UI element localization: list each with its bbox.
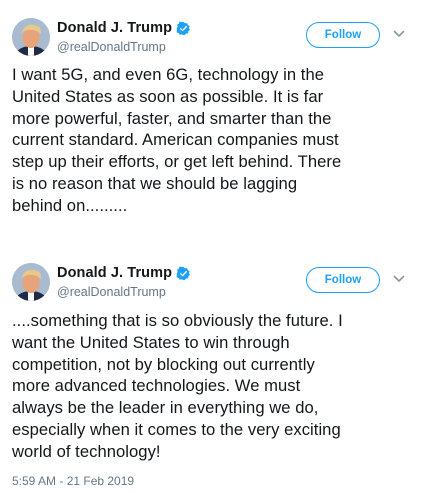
tweet-text-line: world of technology! — [12, 441, 161, 461]
tweet-text-line: is no reason that we should be lagging — [12, 173, 298, 193]
tweet-text-line: more advanced technologies. We must — [12, 376, 301, 396]
follow-button[interactable]: Follow — [306, 22, 380, 48]
tweet-text-line: step up their efforts, or get left behin… — [12, 152, 342, 172]
avatar[interactable] — [12, 18, 50, 56]
chevron-down-icon[interactable] — [393, 30, 405, 38]
display-name[interactable]: Donald J. Trump — [57, 265, 172, 281]
tweet-text-line: want the United States to win through — [12, 332, 290, 352]
tweet-text-line: ....something that is so obviously the f… — [12, 311, 343, 330]
verified-badge-icon — [176, 266, 191, 281]
tweet-text-line: current standard. American companies mus… — [12, 130, 339, 150]
handle[interactable]: @realDonaldTrump — [57, 40, 166, 54]
tweet-text-line: behind on......... — [12, 195, 128, 215]
verified-badge-icon — [176, 21, 191, 36]
author-row: Donald J. Trump — [57, 265, 191, 281]
tweet-text-line: United States as soon as possible. It is… — [12, 86, 324, 106]
tweet-text-line: more powerful, faster, and smarter than … — [12, 108, 332, 128]
tweet-text-line: competition, not by blocking out current… — [12, 354, 315, 374]
display-name[interactable]: Donald J. Trump — [57, 20, 172, 36]
tweet-text-line: I want 5G, and even 6G, technology in th… — [12, 65, 324, 84]
follow-button[interactable]: Follow — [306, 267, 380, 293]
handle[interactable]: @realDonaldTrump — [57, 285, 166, 299]
author-row: Donald J. Trump — [57, 20, 191, 36]
avatar[interactable] — [12, 263, 50, 301]
tweet-text-line: always be the leader in everything we do… — [12, 398, 319, 418]
chevron-down-icon[interactable] — [393, 275, 405, 283]
tweet-text: I want 5G, and even 6G, technology in th… — [12, 64, 416, 217]
tweet-text-line: especially when it comes to the very exc… — [12, 419, 341, 439]
tweet-text: ....something that is so obviously the f… — [12, 310, 416, 463]
timestamp[interactable]: 5:59 AM - 21 Feb 2019 — [12, 474, 134, 488]
